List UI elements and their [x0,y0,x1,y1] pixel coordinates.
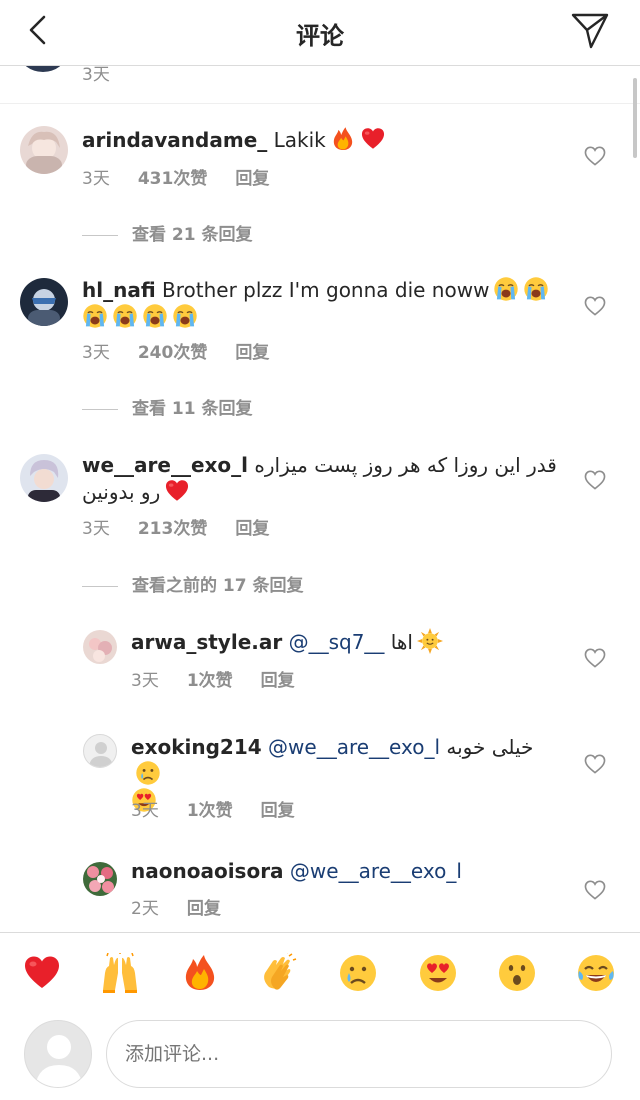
comment-text: hl_nafi Brother plzz I'm gonna die noww [82,276,562,330]
view-replies-label: 查看 21 条回复 [132,225,253,245]
mention-link[interactable]: @we__are__exo_l [268,735,440,759]
open-mouth-emoji-icon[interactable] [497,953,537,993]
divider-line [82,408,118,410]
comment-time: 3天 [82,343,110,363]
comment-text: naonoaoisora @we__are__exo_l [131,858,561,884]
comment-body: Lakik [273,128,326,152]
avatar[interactable] [20,126,68,174]
username[interactable]: arwa_style.ar [131,630,282,654]
like-count[interactable]: 213次赞 [138,519,208,539]
fire-emoji-icon [330,126,356,152]
username[interactable]: hl_nafi [82,278,156,302]
previous-comment-tail: 3天 [0,66,640,104]
comment-list[interactable]: 3天 arindavandame_ Lakik 3天 431次赞 回复 查看 21 … [0,66,640,932]
comment-text: arindavandame_ Lakik [82,126,562,153]
avatar[interactable] [20,454,68,502]
clapping-hands-emoji-icon[interactable] [259,953,299,993]
username[interactable]: naonoaoisora [131,859,284,883]
avatar[interactable] [20,278,68,326]
reply-button[interactable]: 回复 [261,671,295,691]
comment-time: 3天 [82,169,110,189]
like-heart-icon[interactable] [584,146,606,166]
avatar [24,1020,92,1088]
comment-meta: 3天 1次赞 回复 [131,796,323,821]
comment-input[interactable] [106,1020,612,1088]
loudly-crying-emoji-icon [112,303,138,329]
avatar[interactable] [83,734,117,768]
crying-face-emoji-icon[interactable] [338,953,378,993]
comment-body: اها [390,630,413,654]
view-replies-button[interactable]: 查看 11 条回复 [82,394,253,419]
view-replies-button[interactable]: 查看 21 条回复 [82,220,253,245]
comment-time: 3天 [131,671,159,691]
like-count[interactable]: 1次赞 [187,801,233,821]
mention-link[interactable]: @we__are__exo_l [290,859,462,883]
comment-time: 3天 [82,519,110,539]
username[interactable]: we__are__exo_l [82,453,248,477]
comment-time: 3天 [131,801,159,821]
red-heart-emoji-icon [360,126,386,152]
view-replies-label: 查看之前的 17 条回复 [132,576,304,596]
comment-meta: 3天 213次赞 回复 [82,514,297,539]
view-replies-label: 查看 11 条回复 [132,399,253,419]
reply-button[interactable]: 回复 [187,899,221,919]
loudly-crying-emoji-icon [142,303,168,329]
like-heart-icon[interactable] [584,880,606,900]
paper-plane-icon[interactable] [570,10,610,50]
mention-link[interactable]: @__sq7__ [289,630,385,654]
reply-button[interactable]: 回复 [261,801,295,821]
like-count[interactable]: 240次赞 [138,343,208,363]
page-title: 评论 [296,22,344,50]
avatar[interactable] [83,630,117,664]
divider-line [82,585,118,587]
sun-with-face-emoji-icon [417,628,443,654]
loudly-crying-emoji-icon [172,303,198,329]
heart-eyes-emoji-icon[interactable] [418,953,458,993]
like-heart-icon[interactable] [584,470,606,490]
header-bar: 评论 [0,0,640,66]
like-heart-icon[interactable] [584,648,606,668]
view-replies-button[interactable]: 查看之前的 17 条回复 [82,571,304,596]
comment-meta: 3天 1次赞 回复 [131,666,323,691]
like-heart-icon[interactable] [584,296,606,316]
reply-button[interactable]: 回复 [235,169,269,189]
quick-emoji-bar [0,932,640,1014]
raising-hands-emoji-icon[interactable] [100,953,140,993]
reply-button[interactable]: 回复 [235,343,269,363]
fire-emoji-icon[interactable] [180,953,220,993]
crying-face-emoji-icon [135,760,161,786]
comment-time: 2天 [131,899,159,919]
like-heart-icon[interactable] [584,754,606,774]
like-count[interactable]: 1次赞 [187,671,233,691]
divider-line [82,234,118,236]
like-count[interactable]: 431次赞 [138,169,208,189]
username[interactable]: arindavandame_ [82,128,267,152]
red-heart-emoji-icon[interactable] [22,953,62,993]
scrollbar[interactable] [633,78,637,158]
comment-body: خیلی خوبه [446,735,534,759]
red-heart-emoji-icon [164,478,190,504]
username[interactable]: exoking214 [131,735,262,759]
comment-meta: 3天 431次赞 回复 [82,164,297,189]
comment-meta: 2天 回复 [131,894,249,919]
comment-composer [0,1014,640,1100]
comment-text: we__are__exo_l قدر این روزا که هر روز پس… [82,452,562,505]
loudly-crying-emoji-icon [493,276,519,302]
comment-meta: 3天 240次赞 回复 [82,338,297,363]
avatar [20,66,66,72]
comment-time: 3天 [82,66,110,85]
reply-button[interactable]: 回复 [235,519,269,539]
loudly-crying-emoji-icon [523,276,549,302]
comment-text: arwa_style.ar @__sq7__ اها [131,628,561,655]
comment-body: Brother plzz I'm gonna die noww [162,278,490,302]
tears-of-joy-emoji-icon[interactable] [576,953,616,993]
avatar[interactable] [83,862,117,896]
loudly-crying-emoji-icon [82,303,108,329]
